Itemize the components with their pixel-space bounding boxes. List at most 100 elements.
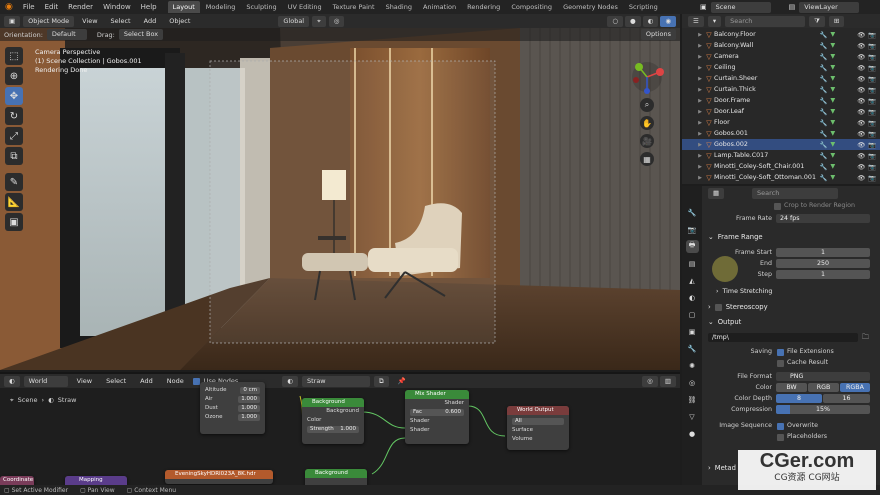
frame-rate-dropdown[interactable]: 24 fps <box>776 214 870 223</box>
expand-chevron-icon[interactable]: ▶ <box>696 120 704 126</box>
render-camera-icon[interactable]: 📷 <box>868 75 876 83</box>
expand-chevron-icon[interactable]: ▶ <box>696 142 704 148</box>
visibility-eye-icon[interactable]: 👁 <box>857 31 865 39</box>
tab-modeling[interactable]: Modeling <box>201 1 241 13</box>
output-path-field[interactable]: /tmp\ <box>708 333 858 342</box>
collection-tab-icon[interactable]: ▢ <box>686 308 699 321</box>
menu-render[interactable]: Render <box>63 0 98 14</box>
outliner-item[interactable]: ▶ ▽ Door.Leaf 🔧 ▼ 👁 📷 <box>682 106 880 117</box>
world-output-node[interactable]: World Output All Surface Volume <box>507 406 569 450</box>
annotate-tool-icon[interactable]: ✎ <box>5 173 23 191</box>
transform-orientation-dropdown[interactable]: Global <box>278 15 310 27</box>
viewport-menu-select[interactable]: Select <box>106 16 136 27</box>
visibility-eye-icon[interactable]: 👁 <box>857 130 865 138</box>
view-layer-tab-icon[interactable]: ▤ <box>686 257 699 270</box>
outliner-item[interactable]: ▶ ▽ Balcony.Wall 🔧 ▼ 👁 📷 <box>682 40 880 51</box>
render-camera-icon[interactable]: 📷 <box>868 42 876 50</box>
tool-tab-icon[interactable]: 🔧 <box>686 206 699 219</box>
select-box-tool-icon[interactable]: ⬚ <box>5 47 23 65</box>
outliner-search-input[interactable]: Search <box>725 15 806 27</box>
altitude-field[interactable]: 0 cm <box>240 387 260 394</box>
visibility-eye-icon[interactable]: 👁 <box>857 53 865 61</box>
particles-tab-icon[interactable]: ✺ <box>686 359 699 372</box>
3d-viewport[interactable] <box>0 28 680 370</box>
render-camera-icon[interactable]: 📷 <box>868 53 876 61</box>
render-camera-icon[interactable]: 📷 <box>868 31 876 39</box>
drag-dropdown[interactable]: Select Box <box>118 29 164 40</box>
render-camera-icon[interactable]: 📷 <box>868 141 876 149</box>
visibility-eye-icon[interactable]: 👁 <box>857 97 865 105</box>
mix-shader-node[interactable]: Mix Shader Shader Fac 0.600 Shader Shader <box>405 390 469 444</box>
world-tab-icon[interactable]: ◐ <box>686 291 699 304</box>
axis-gizmo-icon[interactable] <box>630 60 664 94</box>
cursor-tool-icon[interactable]: ⊕ <box>5 67 23 85</box>
data-tab-icon[interactable]: ▽ <box>686 410 699 423</box>
outliner-item[interactable]: ▶ ▽ Gobos.002 🔧 ▼ 👁 📷 <box>682 139 880 150</box>
environment-texture-node[interactable]: EveningSkyHDRI023A_8K.hdr <box>165 470 273 484</box>
scene-name-field[interactable]: Scene <box>710 1 771 13</box>
render-camera-icon[interactable]: 📷 <box>868 163 876 171</box>
properties-editor-icon[interactable]: ▦ <box>708 188 725 199</box>
viewport-shading-solid-icon[interactable]: ● <box>624 15 641 27</box>
expand-chevron-icon[interactable]: ▶ <box>696 87 704 93</box>
menu-edit[interactable]: Edit <box>40 0 64 14</box>
menu-help[interactable]: Help <box>136 0 162 14</box>
render-camera-icon[interactable]: 📷 <box>868 152 876 160</box>
new-collection-icon[interactable]: ⊞ <box>828 15 845 27</box>
constraints-tab-icon[interactable]: ⛓ <box>686 393 699 406</box>
visibility-eye-icon[interactable]: 👁 <box>857 141 865 149</box>
outliner-item[interactable]: ▶ ▽ Camera 🔧 ▼ 👁 📷 <box>682 51 880 62</box>
rotate-tool-icon[interactable]: ↻ <box>5 107 23 125</box>
output-tab-icon[interactable]: 🖶 <box>685 240 699 253</box>
viewport-shading-material-icon[interactable]: ◐ <box>642 15 659 27</box>
render-camera-icon[interactable]: 📷 <box>868 86 876 94</box>
expand-chevron-icon[interactable]: ▶ <box>696 131 704 137</box>
tab-geometry-nodes[interactable]: Geometry Nodes <box>558 1 623 13</box>
frame-end-field[interactable]: 250 <box>776 259 870 268</box>
outliner-item[interactable]: ▶ ▽ Minotti_Coley-Soft_Chair.001 🔧 ▼ 👁 📷 <box>682 161 880 172</box>
tab-layout[interactable]: Layout <box>167 1 200 13</box>
cache-result-checkbox[interactable] <box>777 360 784 367</box>
physics-tab-icon[interactable]: ◎ <box>686 376 699 389</box>
scale-tool-icon[interactable]: ⤢ <box>5 127 23 145</box>
menu-file[interactable]: File <box>18 0 40 14</box>
metadata-section[interactable]: › Metad <box>708 464 736 472</box>
outliner-display-mode-icon[interactable]: ▾ <box>707 15 722 27</box>
background-node-1[interactable]: Background Background Color Strength 1.00… <box>302 398 364 444</box>
expand-chevron-icon[interactable]: ▶ <box>696 43 704 49</box>
expand-chevron-icon[interactable]: ▶ <box>696 76 704 82</box>
visibility-eye-icon[interactable]: 👁 <box>857 108 865 116</box>
viewport-menu-add[interactable]: Add <box>139 16 162 27</box>
tab-uv-editing[interactable]: UV Editing <box>283 1 327 13</box>
stereoscopy-checkbox[interactable] <box>714 303 722 311</box>
fac-field[interactable]: Fac 0.600 <box>410 409 464 416</box>
expand-chevron-icon[interactable]: ▶ <box>696 65 704 71</box>
expand-chevron-icon[interactable]: ▶ <box>696 32 704 38</box>
viewport-shading-wire-icon[interactable]: ○ <box>607 15 623 27</box>
expand-chevron-icon[interactable]: ▶ <box>696 164 704 170</box>
editor-type-button[interactable]: ▣ <box>4 15 21 27</box>
tab-rendering[interactable]: Rendering <box>462 1 505 13</box>
blender-logo-icon[interactable]: ◉ <box>0 0 18 14</box>
add-cube-tool-icon[interactable]: ▣ <box>5 213 23 231</box>
color-bw-option[interactable]: BW <box>776 383 807 392</box>
visibility-eye-icon[interactable]: 👁 <box>857 152 865 160</box>
menu-window[interactable]: Window <box>98 0 136 14</box>
placeholders-checkbox[interactable] <box>777 434 784 441</box>
shader-node-editor[interactable]: ◐ World View Select Add Node Use Nodes ◐… <box>0 372 680 485</box>
frame-range-section[interactable]: ⌄ Frame Range <box>708 233 763 241</box>
material-tab-icon[interactable]: ● <box>686 427 699 440</box>
stereoscopy-section[interactable]: › Stereoscopy <box>708 303 768 311</box>
color-rgba-option[interactable]: RGBA <box>840 383 870 392</box>
compression-slider[interactable]: 15% <box>776 405 870 414</box>
air-field[interactable]: 1.000 <box>238 396 260 403</box>
texture-coordinate-node[interactable]: Coordinate <box>0 476 34 485</box>
crop-region-checkbox[interactable] <box>774 203 781 210</box>
render-camera-icon[interactable]: 📷 <box>868 119 876 127</box>
tab-compositing[interactable]: Compositing <box>506 1 557 13</box>
expand-chevron-icon[interactable]: ▶ <box>696 109 704 115</box>
expand-chevron-icon[interactable]: ▶ <box>696 98 704 104</box>
outliner-filter-icon[interactable]: ⧩ <box>809 15 825 27</box>
outliner-item[interactable]: ▶ ▽ Door.Frame 🔧 ▼ 👁 📷 <box>682 95 880 106</box>
file-extensions-checkbox[interactable] <box>777 349 784 356</box>
